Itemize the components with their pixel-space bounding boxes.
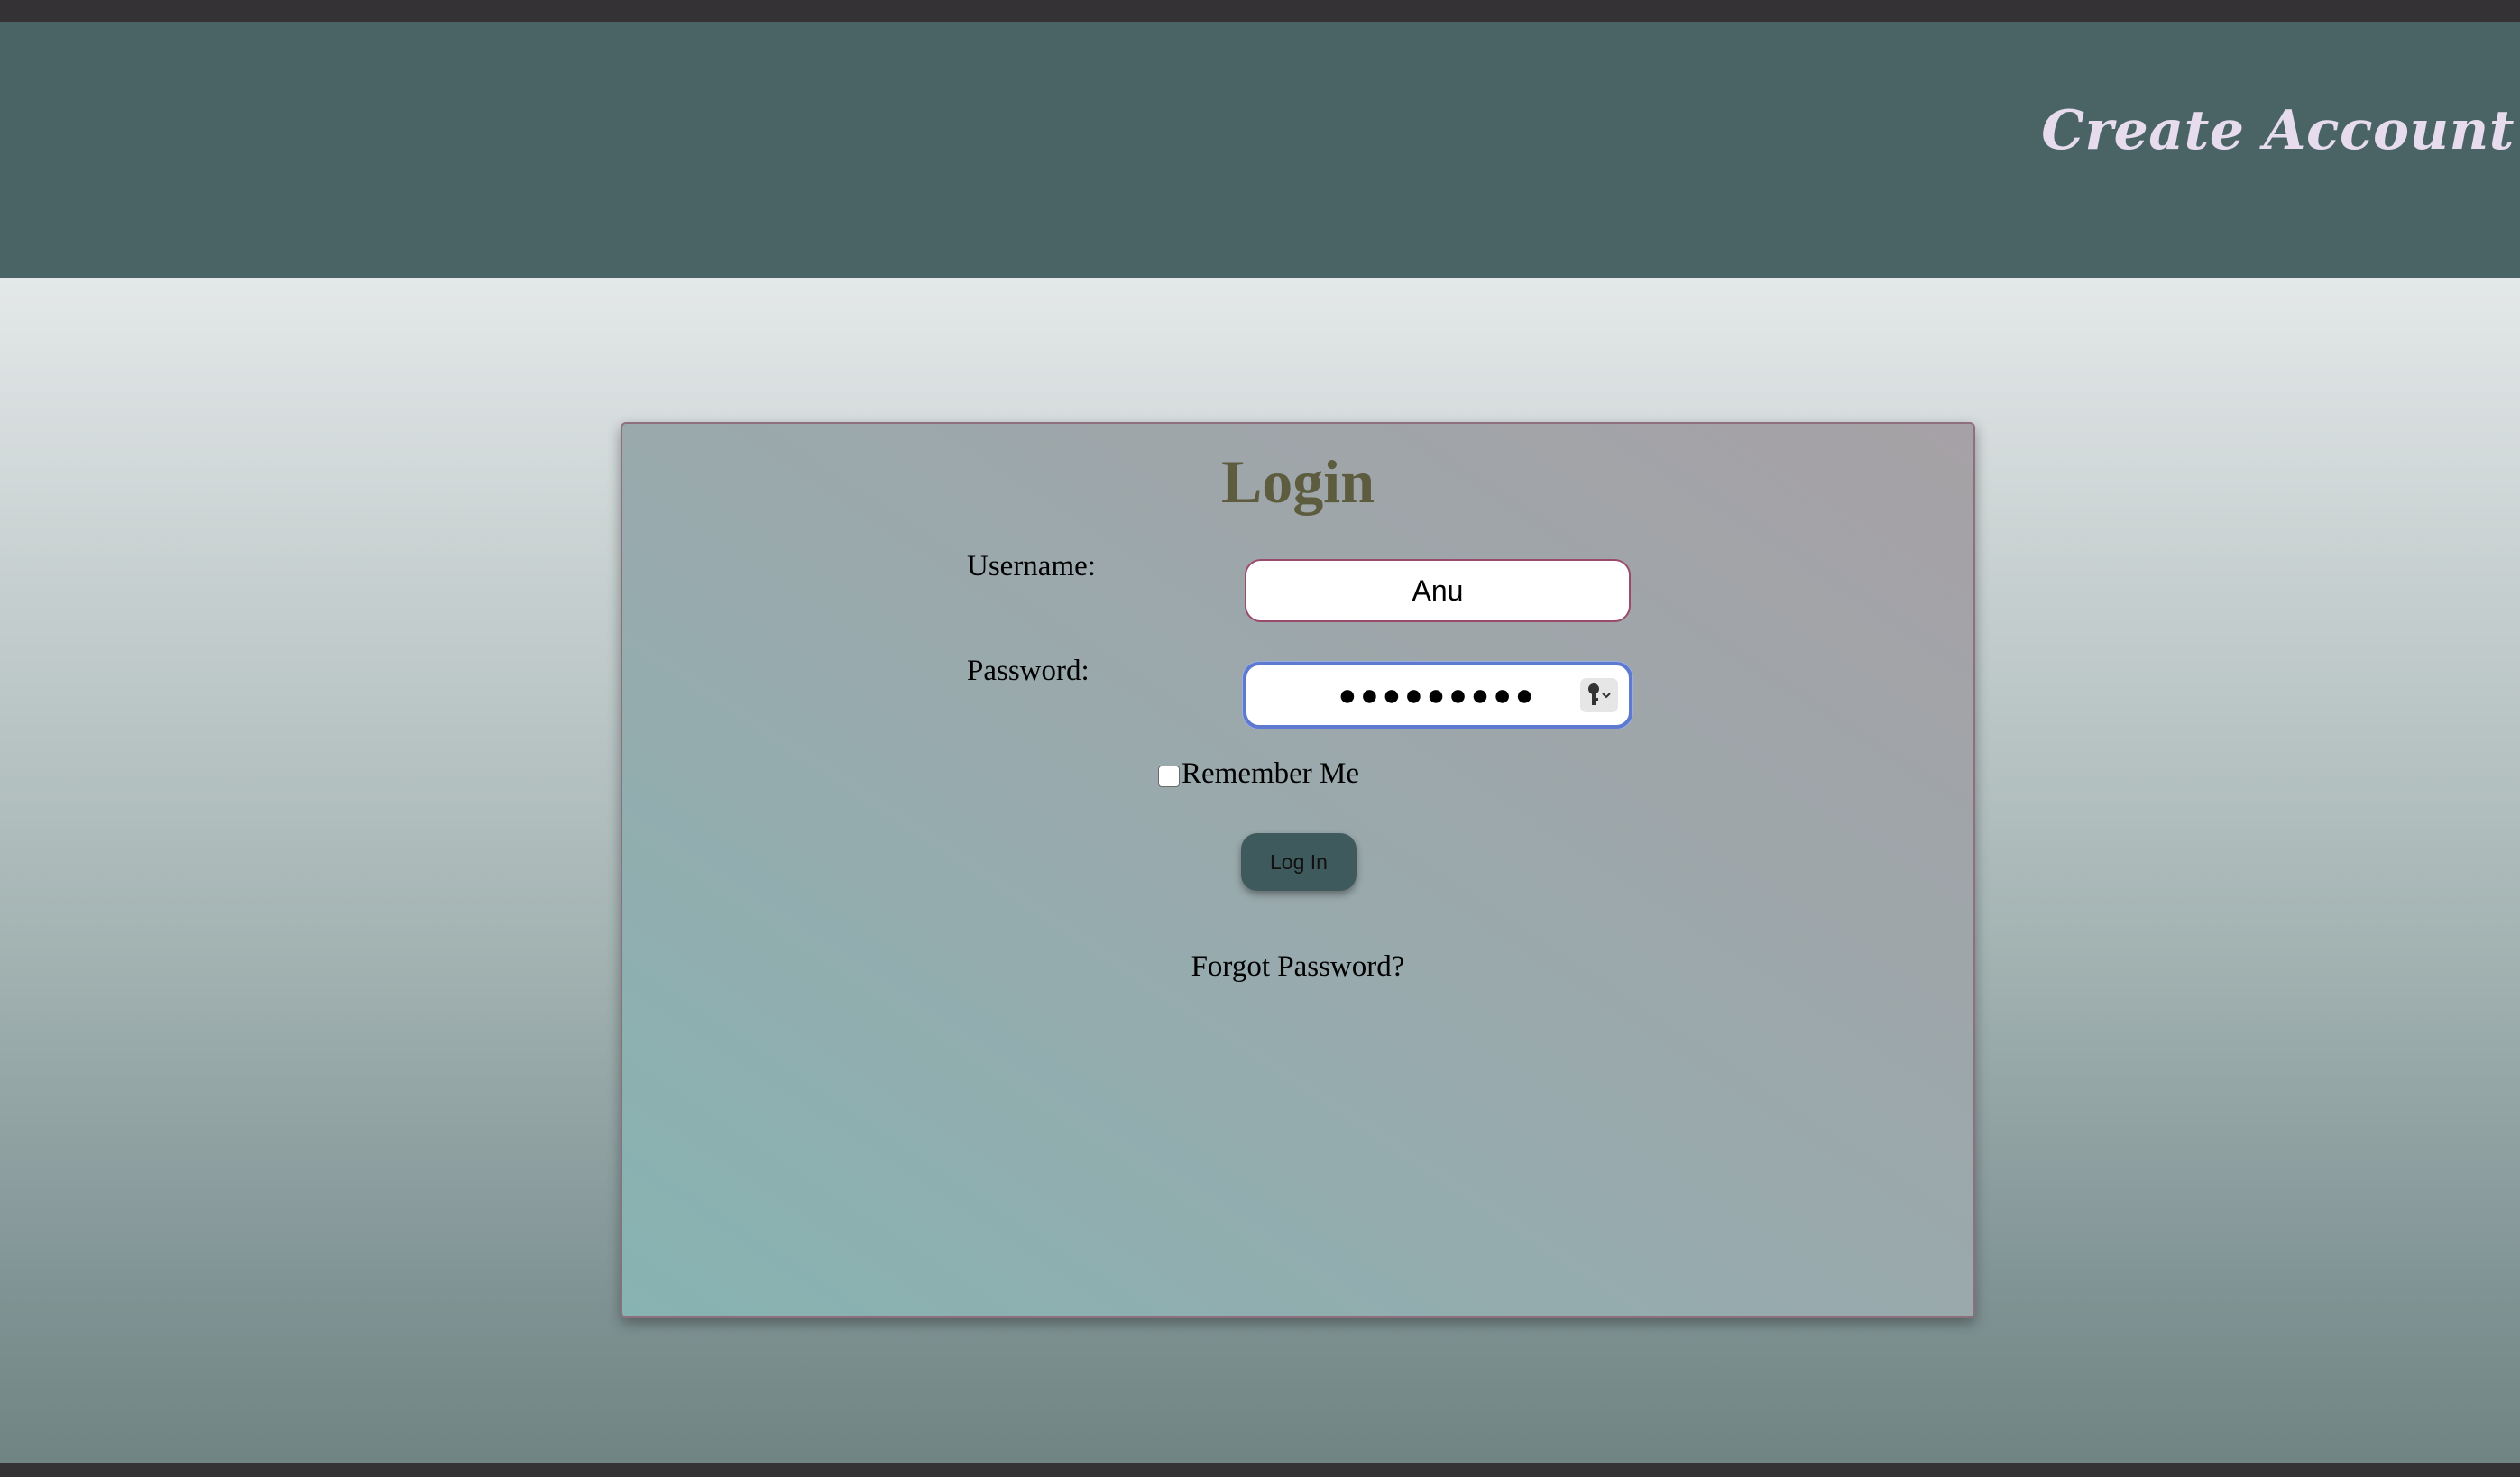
login-title: Login xyxy=(1220,447,1375,516)
password-field[interactable] xyxy=(1243,662,1632,729)
browser-top-bar xyxy=(0,0,2520,22)
forgot-password-link[interactable]: Forgot Password? xyxy=(622,950,1973,984)
forgot-password-label[interactable]: Forgot Password? xyxy=(1191,950,1405,983)
remember-me-checkbox[interactable] xyxy=(1158,765,1180,787)
remember-me-row: Remember Me xyxy=(1158,757,1359,791)
password-label: Password: xyxy=(967,655,1090,687)
password-manager-button[interactable] xyxy=(1580,678,1618,712)
password-input[interactable] xyxy=(1246,665,1629,725)
key-icon xyxy=(1588,683,1611,705)
remember-me-label[interactable]: Remember Me xyxy=(1182,757,1359,791)
main-content: Login Username: Password: Remember Me xyxy=(0,278,2520,1463)
username-label: Username: xyxy=(967,550,1096,583)
browser-bottom-bar xyxy=(0,1463,2520,1477)
log-in-button[interactable]: Log In xyxy=(1241,833,1357,891)
login-page: Create Account Login Username: Password: xyxy=(0,0,2520,1477)
create-account-link[interactable]: Create Account xyxy=(2041,99,2515,162)
site-header: Create Account xyxy=(0,22,2520,278)
username-input[interactable] xyxy=(1245,559,1631,622)
login-card: Login Username: Password: Remember Me xyxy=(621,422,1975,1318)
